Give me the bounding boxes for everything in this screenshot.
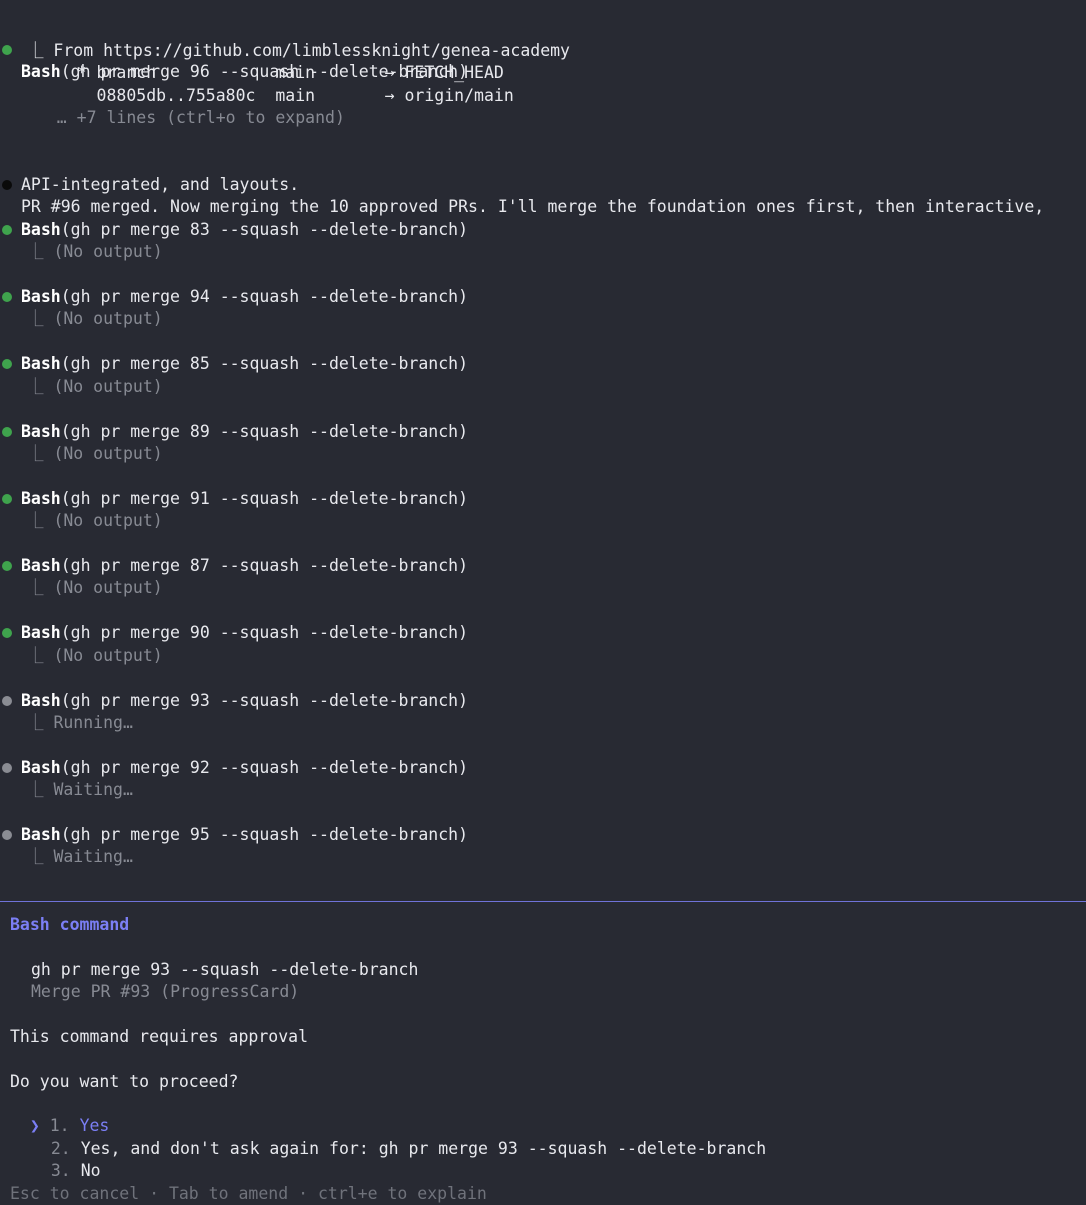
status-done-icon xyxy=(2,427,12,437)
tool-args: (gh pr merge 94 --squash --delete-branch… xyxy=(60,287,469,306)
tool-output: ⎿ (No output) xyxy=(27,578,163,597)
tool-output: ⎿ Running… xyxy=(27,713,133,732)
option-no[interactable]: 3. No xyxy=(31,1138,101,1180)
tool-output: ⎿ (No output) xyxy=(27,377,163,396)
tool-args: (gh pr merge 95 --squash --delete-branch… xyxy=(60,825,469,844)
output-line: 08805db..755a80c main → origin/main xyxy=(27,86,514,105)
status-done-icon xyxy=(2,494,12,504)
tool-name: Bash xyxy=(21,220,61,239)
message-bullet-icon xyxy=(2,180,12,190)
tool-args: (gh pr merge 85 --squash --delete-branch… xyxy=(60,354,469,373)
prompt-divider xyxy=(0,901,1086,902)
tool-name: Bash xyxy=(21,556,61,575)
approval-text: This command requires approval xyxy=(10,1027,309,1046)
expand-hint[interactable]: … +7 lines (ctrl+o to expand) xyxy=(27,107,345,129)
tool-name: Bash xyxy=(21,623,61,642)
tool-output: ⎿ (No output) xyxy=(27,646,163,665)
tool-name: Bash xyxy=(21,691,61,710)
tool-name: Bash xyxy=(21,354,61,373)
status-done-icon xyxy=(2,225,12,235)
proceed-question: Do you want to proceed? xyxy=(10,1072,239,1091)
status-done-icon xyxy=(2,359,12,369)
output-line: ⎿ From https://github.com/limblessknight… xyxy=(27,41,570,60)
tool-output: ⎿ (No output) xyxy=(27,511,163,530)
tool-args: (gh pr merge 87 --squash --delete-branch… xyxy=(60,556,469,575)
message-line: API-integrated, and layouts. xyxy=(21,175,300,194)
status-pending-icon xyxy=(2,696,12,706)
tool-name: Bash xyxy=(21,825,61,844)
assistant-message: PR #96 merged. Now merging the 10 approv… xyxy=(0,152,1044,216)
option-yes[interactable]: ❯ 1. Yes xyxy=(10,1093,110,1135)
prompt-command: gh pr merge 93 --squash --delete-branch xyxy=(31,960,419,979)
tool-name: Bash xyxy=(21,287,61,306)
keyboard-hints-footer: Esc to cancel · Tab to amend · ctrl+e to… xyxy=(10,1184,487,1203)
tool-name: Bash xyxy=(21,489,61,508)
status-pending-icon xyxy=(2,830,12,840)
tool-output: ⎿ (No output) xyxy=(27,309,163,328)
status-done-icon xyxy=(2,561,12,571)
tool-args: (gh pr merge 90 --squash --delete-branch… xyxy=(60,623,469,642)
tool-name: Bash xyxy=(21,758,61,777)
tool-output: ⎿ (No output) xyxy=(27,242,163,261)
status-pending-icon xyxy=(2,763,12,773)
tool-args: (gh pr merge 92 --squash --delete-branch… xyxy=(60,758,469,777)
tool-output: ⎿ (No output) xyxy=(27,444,163,463)
tool-args: (gh pr merge 83 --squash --delete-branch… xyxy=(60,220,469,239)
tool-args: (gh pr merge 91 --squash --delete-branch… xyxy=(60,489,469,508)
prompt-title: Bash command xyxy=(10,915,130,934)
status-done-icon xyxy=(2,628,12,638)
tool-output: ⎿ Waiting… xyxy=(27,847,133,866)
prompt-description: Merge PR #93 (ProgressCard) xyxy=(31,982,300,1001)
message-line: PR #96 merged. Now merging the 10 approv… xyxy=(21,197,1045,216)
status-done-icon xyxy=(2,292,12,302)
log-entry-merge-96: Bash(gh pr merge 96 --squash --delete-br… xyxy=(0,17,468,81)
tool-args: (gh pr merge 93 --squash --delete-branch… xyxy=(60,691,469,710)
tool-args: (gh pr merge 89 --squash --delete-branch… xyxy=(60,422,469,441)
option-yes-dont-ask[interactable]: 2. Yes, and don't ask again for: gh pr m… xyxy=(31,1116,766,1158)
tool-output: ⎿ Waiting… xyxy=(27,780,133,799)
status-done-icon xyxy=(2,45,12,55)
output-line: * branch main → FETCH_HEAD xyxy=(27,63,504,82)
tool-name: Bash xyxy=(21,422,61,441)
